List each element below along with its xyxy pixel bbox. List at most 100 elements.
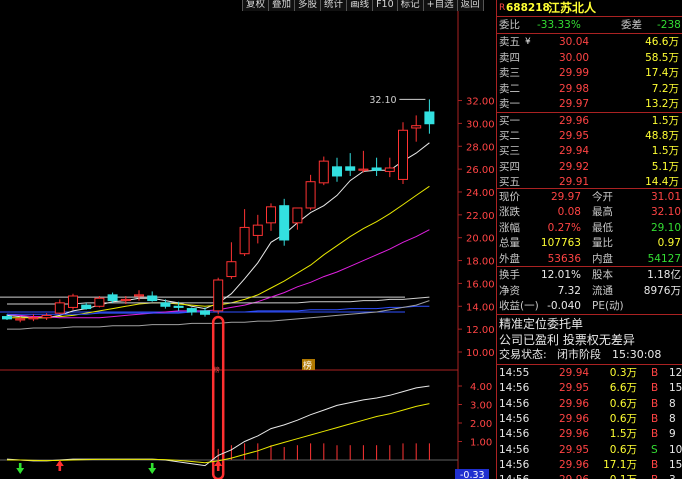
tick-volume: 6.6万	[609, 382, 637, 395]
tick-row[interactable]: 14:56 29.95 6.6万 B 15	[497, 380, 682, 396]
quote-value: 31.01	[650, 191, 681, 203]
candle-body	[68, 295, 78, 308]
candle	[200, 307, 210, 317]
quote-panel: R 688218 江苏北人 委比 -33.33% 委差 -238 卖五 ¥30.0…	[496, 0, 682, 479]
toolbar-button[interactable]: 多股	[294, 0, 321, 11]
ask-volume: 58.5万	[645, 51, 679, 64]
axis-tick-label: 14.00	[466, 302, 495, 313]
quote-label: 今开	[592, 191, 613, 203]
candle	[239, 209, 250, 256]
candle	[81, 302, 92, 310]
tick-row[interactable]: 14:56 29.96 0.6万 B 8	[497, 396, 682, 412]
trade-status-time: 15:30:08	[612, 348, 662, 361]
candle	[147, 291, 158, 302]
indicator-tick-label: 4.00	[470, 382, 492, 393]
quote-label: 外盘	[499, 252, 520, 265]
quote-row: 涨跌 0.08 最高 32.10	[497, 204, 682, 220]
info-line-1[interactable]: 精准定位委托单	[497, 316, 682, 332]
toolbar-button[interactable]: 返回	[456, 0, 484, 11]
candles: 32.10榜榜	[2, 95, 435, 479]
candle-body	[173, 305, 184, 308]
toolbar-button[interactable]: F10	[372, 0, 397, 11]
quote-label: 涨跌	[499, 206, 520, 219]
tick-volume: 0.6万	[609, 412, 637, 425]
candle	[213, 277, 224, 315]
toolbar-button[interactable]: +自选	[422, 0, 457, 11]
candle	[292, 207, 303, 230]
tick-time: 14:56	[499, 397, 530, 410]
bid-volume: 48.8万	[645, 130, 679, 143]
bid-row[interactable]: 买一 29.96 1.5万	[497, 113, 682, 129]
kline-chart[interactable]: 32.10榜榜 32.0030.0028.0026.0024.0022.0020…	[0, 0, 496, 479]
tick-side: B	[651, 397, 659, 410]
tick-side: B	[651, 382, 659, 395]
candle	[186, 307, 197, 316]
axis-tick-label: 10.00	[466, 348, 495, 359]
ask-row[interactable]: 卖二 29.98 7.2万	[497, 81, 682, 97]
toolbar-button[interactable]: 复权	[242, 0, 269, 11]
info-line-2[interactable]: 公司已盈利 投票权无差异	[497, 332, 682, 348]
axis-tick-label: 16.00	[466, 279, 495, 290]
bid-row[interactable]: 买三 29.94 1.5万	[497, 143, 682, 159]
tick-volume: 0.1万	[610, 472, 637, 479]
tick-row[interactable]: 14:56 29.95 0.6万 S 10	[497, 442, 682, 458]
tick-time: 14:56	[499, 382, 530, 395]
quote-row: 总量 107763 量比 0.97	[497, 235, 682, 251]
ask-row[interactable]: 卖四 30.00 58.5万	[497, 50, 682, 66]
tick-row[interactable]: 14:56 29.96 1.5万 B 9	[497, 426, 682, 442]
candle	[398, 122, 408, 184]
candle-body	[332, 166, 342, 177]
axis-tick-label: 32.00	[466, 97, 495, 108]
tick-count: 15	[669, 458, 682, 471]
candle-body	[120, 298, 131, 302]
ask-label: 卖三	[499, 67, 520, 80]
tick-row[interactable]: 14:56 29.96 0.1万 B 3	[497, 472, 682, 479]
tick-row[interactable]: 14:55 29.94 0.3万 B 12	[497, 365, 682, 381]
candle	[305, 174, 316, 211]
toolbar-button[interactable]: 统计	[320, 0, 347, 11]
ask-label: 卖二	[499, 82, 520, 95]
toolbar-button[interactable]: 画线	[346, 0, 373, 11]
bid-volume: 1.5万	[651, 145, 679, 158]
price-axis: 32.00 30.00 28.00 26.00 24.00 22.00 20.00 18.00…	[455, 97, 495, 479]
candle-body	[160, 302, 171, 307]
tick-count: 12	[669, 367, 682, 379]
ask-row[interactable]: 卖三 29.99 17.4万	[497, 65, 682, 81]
tick-row[interactable]: 14:56 29.96 17.1万 B 15	[497, 457, 682, 473]
bid-row[interactable]: 买二 29.95 48.8万	[497, 128, 682, 144]
tick-count: 9	[669, 428, 676, 441]
ask-volume: 17.4万	[645, 67, 679, 80]
fundamental-row: 换手 12.01% 股本 1.18亿	[497, 267, 682, 283]
tick-count: 15	[669, 382, 682, 395]
toolbar-button[interactable]: 标记	[396, 0, 423, 11]
bid-label: 买一	[499, 115, 520, 127]
toolbar-button[interactable]: 叠加	[268, 0, 295, 11]
tick-price: 29.96	[559, 412, 590, 425]
tick-row[interactable]: 14:56 29.96 0.6万 B 8	[497, 411, 682, 427]
trade-status-label: 交易状态:	[499, 348, 547, 361]
candle-body	[41, 314, 52, 319]
bid-row[interactable]: 买四 29.92 5.1万	[497, 159, 682, 175]
candle-body	[147, 295, 158, 302]
candle-body	[345, 166, 356, 171]
candle	[28, 314, 39, 322]
candle-body	[107, 294, 118, 302]
candle-body	[318, 160, 329, 184]
candle-body	[252, 224, 263, 236]
bid-price: 29.94	[559, 145, 590, 158]
tick-volume: 0.6万	[609, 397, 637, 410]
signal-marker-small: 榜	[214, 366, 220, 374]
candle-body	[134, 294, 144, 297]
indicator-panel	[0, 385, 458, 474]
ask-label: 卖一	[499, 98, 520, 111]
tick-price: 29.96	[559, 458, 590, 471]
ask-row[interactable]: 卖一 29.97 13.2万	[497, 96, 682, 112]
candle-body	[424, 111, 435, 125]
stock-header[interactable]: R 688218 江苏北人	[497, 0, 682, 16]
fundamental-value: 1.18亿	[647, 269, 681, 281]
quote-value: 29.97	[550, 191, 581, 203]
committee-row: 委比 -33.33% 委差 -238	[497, 17, 682, 33]
candle-body	[384, 167, 395, 172]
ask-row[interactable]: 卖五 ¥30.04 46.6万	[497, 34, 682, 50]
candle	[94, 295, 105, 308]
